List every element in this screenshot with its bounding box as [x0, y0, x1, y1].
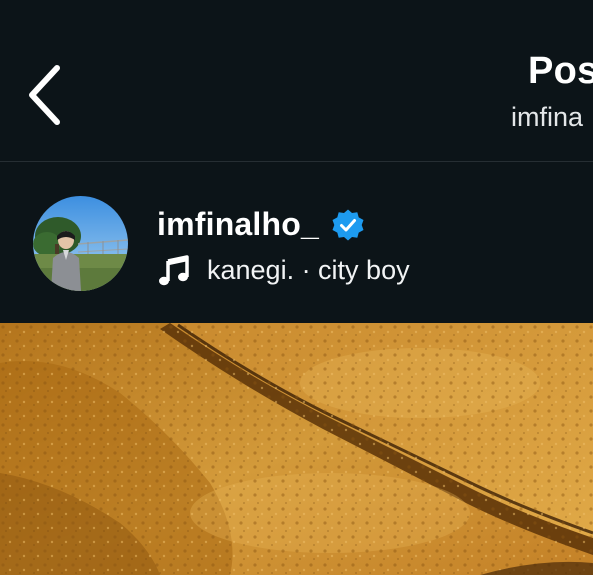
- profile-photo: [33, 196, 128, 291]
- top-navigation-bar: Pos imfina: [0, 0, 593, 161]
- chevron-left-icon: [29, 65, 60, 125]
- verified-badge-icon: [331, 208, 365, 242]
- post-photo[interactable]: [0, 323, 593, 575]
- avatar[interactable]: [33, 196, 128, 291]
- music-note-icon: [157, 253, 191, 287]
- page-subtitle: imfina: [511, 102, 584, 132]
- page-title: Pos: [528, 50, 593, 92]
- author-info[interactable]: imfinalho_: [157, 206, 365, 243]
- username[interactable]: imfinalho_: [157, 206, 319, 243]
- post-header: imfinalho_ kanegi. · city boy: [0, 162, 593, 323]
- music-track-label: kanegi. · city boy: [207, 254, 410, 285]
- back-button[interactable]: [20, 60, 70, 130]
- rock-photo: [0, 323, 593, 575]
- music-attribution[interactable]: kanegi. · city boy: [157, 253, 410, 287]
